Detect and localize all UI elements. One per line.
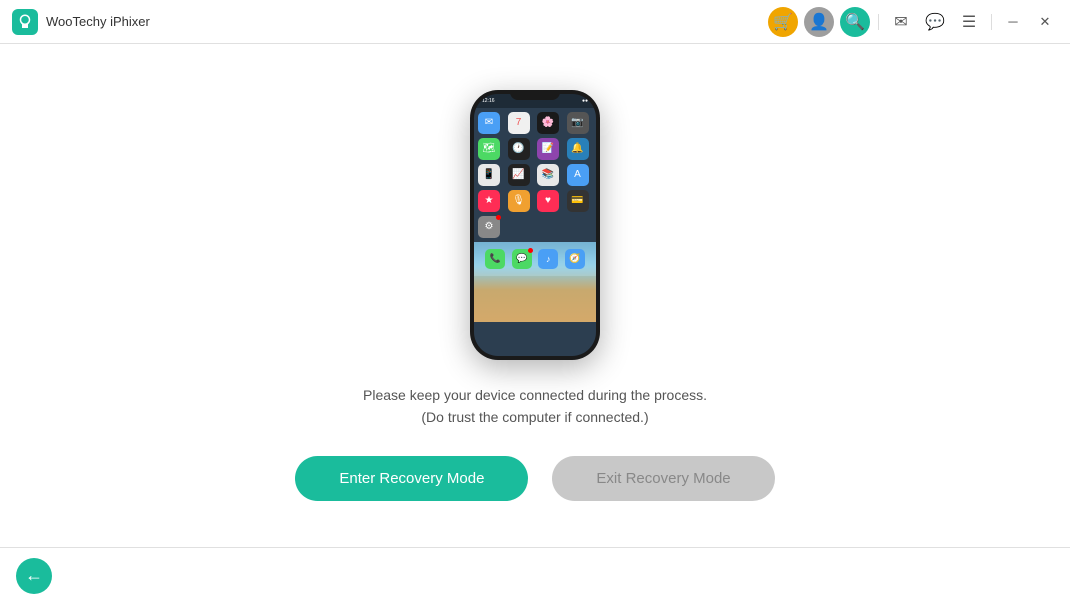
separator <box>878 14 879 30</box>
phone-mockup: 12:16 ●● ✉ 7 🌸 📷 🗺 🕐 📝 🔔 📱 📈 <box>470 90 600 360</box>
app-icon-stocks: 📈 <box>508 164 530 186</box>
app-icon-clock: 🕐 <box>508 138 530 160</box>
phone-notch <box>510 90 560 100</box>
instruction-line2: (Do trust the computer if connected.) <box>363 406 707 428</box>
app-icon-calendar: 7 <box>508 112 530 134</box>
footer: ← <box>0 547 1070 603</box>
title-bar: WooTechy iPhixer 🛒 👤 🔍 ✉ 💬 ☰ ─ ✕ <box>0 0 1070 44</box>
title-bar-right: 🛒 👤 🔍 ✉ 💬 ☰ ─ ✕ <box>768 7 1058 37</box>
menu-icon[interactable]: ☰ <box>955 8 983 36</box>
cart-icon-button[interactable]: 🛒 <box>768 7 798 37</box>
dock-messages: 💬 <box>512 249 532 269</box>
back-button[interactable]: ← <box>16 558 52 594</box>
app-icon-camera: 📷 <box>567 112 589 134</box>
app-icon-maps: 🗺 <box>478 138 500 160</box>
dock-music: ♪ <box>538 249 558 269</box>
app-icon-appstore: A <box>567 164 589 186</box>
phone-screen: 12:16 ●● ✉ 7 🌸 📷 🗺 🕐 📝 🔔 📱 📈 <box>474 94 596 356</box>
app-icon-wallet: 💳 <box>567 190 589 212</box>
app-icon-health: ♥ <box>537 190 559 212</box>
button-row: Enter Recovery Mode Exit Recovery Mode <box>295 456 774 501</box>
app-icon-photos: 🌸 <box>537 112 559 134</box>
phone-apps-grid: ✉ 7 🌸 📷 🗺 🕐 📝 🔔 📱 📈 📚 A ★ 🎙 ♥ 💳 <box>474 108 596 242</box>
mail-icon[interactable]: ✉ <box>887 8 915 36</box>
main-content: 12:16 ●● ✉ 7 🌸 📷 🗺 🕐 📝 🔔 📱 📈 <box>0 44 1070 547</box>
app-title: WooTechy iPhixer <box>46 14 150 29</box>
app-icon-notes: 📝 <box>537 138 559 160</box>
app-icon-messages: ✉ <box>478 112 500 134</box>
app-logo <box>12 9 38 35</box>
app-icon-settings: ⚙ <box>478 216 500 238</box>
upgrade-icon-button[interactable]: 🔍 <box>840 7 870 37</box>
separator2 <box>991 14 992 30</box>
app-icon-star: ★ <box>478 190 500 212</box>
minimize-button[interactable]: ─ <box>1000 9 1026 35</box>
chat-icon[interactable]: 💬 <box>921 8 949 36</box>
logo-icon <box>16 13 34 31</box>
close-button[interactable]: ✕ <box>1032 9 1058 35</box>
dock-safari: 🧭 <box>565 249 585 269</box>
enter-recovery-mode-button[interactable]: Enter Recovery Mode <box>295 456 528 501</box>
phone-signal: ●● <box>582 98 588 104</box>
phone-mockup-container: 12:16 ●● ✉ 7 🌸 📷 🗺 🕐 📝 🔔 📱 📈 <box>470 90 600 360</box>
instruction-text: Please keep your device connected during… <box>363 384 707 429</box>
app-icon-books: 📚 <box>537 164 559 186</box>
phone-dock: 📞 💬 ♪ 🧭 <box>474 242 596 276</box>
dock-phone: 📞 <box>485 249 505 269</box>
instruction-line1: Please keep your device connected during… <box>363 384 707 406</box>
user-icon-button[interactable]: 👤 <box>804 7 834 37</box>
phone-time: 12:16 <box>482 98 495 104</box>
app-icon-podcasts: 🎙 <box>508 190 530 212</box>
app-icon-phone: 📱 <box>478 164 500 186</box>
app-icon-reminders: 🔔 <box>567 138 589 160</box>
exit-recovery-mode-button[interactable]: Exit Recovery Mode <box>552 456 774 501</box>
title-bar-left: WooTechy iPhixer <box>12 9 768 35</box>
